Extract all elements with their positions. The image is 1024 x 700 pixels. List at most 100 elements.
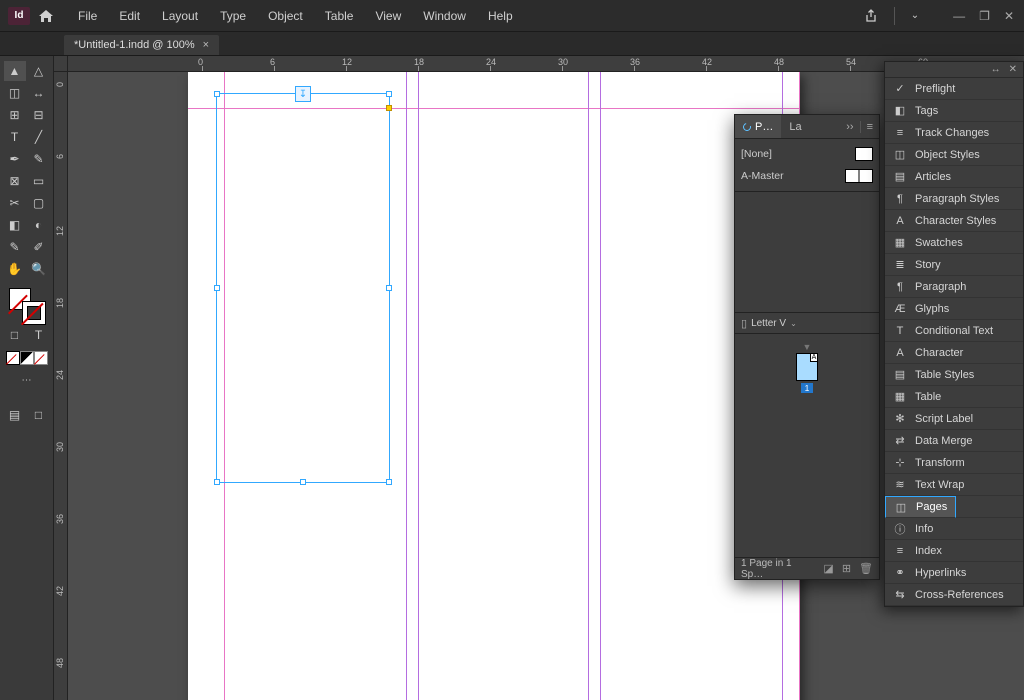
panel-transform[interactable]: ⊹Transform: [885, 452, 1023, 474]
tool-content-placer[interactable]: ⊟: [28, 105, 50, 125]
document-tab[interactable]: *Untitled-1.indd @ 100% ×: [64, 35, 219, 55]
tool-pencil[interactable]: ✎: [28, 149, 50, 169]
page-thumb-1[interactable]: A: [796, 353, 818, 381]
tool-rectangle-frame[interactable]: ⊠: [4, 171, 26, 191]
handle-bm[interactable]: [300, 479, 306, 485]
screen-mode-normal[interactable]: ▤: [4, 405, 26, 425]
tool-scissors[interactable]: ✂: [4, 193, 26, 213]
pages-panel-tab-layers[interactable]: La: [781, 115, 809, 138]
menu-layout[interactable]: Layout: [152, 5, 208, 27]
handle-tl[interactable]: [214, 91, 220, 97]
format-text[interactable]: T: [28, 325, 50, 345]
fill-stroke-swatch[interactable]: [9, 288, 45, 324]
master-none-thumb[interactable]: [855, 147, 873, 161]
handle-bl[interactable]: [214, 479, 220, 485]
document-tab-close[interactable]: ×: [203, 39, 209, 51]
tool-type[interactable]: T: [4, 127, 26, 147]
handle-tr[interactable]: [386, 91, 392, 97]
tool-hand[interactable]: ✋: [4, 259, 26, 279]
panel-paragraph[interactable]: ¶Paragraph: [885, 276, 1023, 298]
menu-object[interactable]: Object: [258, 5, 313, 27]
panel-preflight[interactable]: ✓Preflight: [885, 78, 1023, 100]
tool-page[interactable]: ◫: [4, 83, 26, 103]
tool-line[interactable]: ╱: [28, 127, 50, 147]
delete-page-icon[interactable]: 🗑: [859, 562, 873, 575]
handle-mr[interactable]: [386, 285, 392, 291]
dock-expand-icon[interactable]: ↔: [991, 64, 1001, 75]
tool-gradient-swatch[interactable]: ◧: [4, 215, 26, 235]
apply-color-icon[interactable]: [35, 352, 47, 364]
panel-object-styles[interactable]: ◫Object Styles: [885, 144, 1023, 166]
menu-file[interactable]: File: [68, 5, 107, 27]
panel-pages[interactable]: ◫Pages: [885, 496, 956, 518]
window-close[interactable]: ✕: [1004, 9, 1014, 23]
ruler-horizontal[interactable]: 06121824303642485460: [68, 56, 1024, 72]
ruler-origin[interactable]: [54, 56, 68, 72]
tool-rectangle[interactable]: ▭: [28, 171, 50, 191]
panel-tags[interactable]: ◧Tags: [885, 100, 1023, 122]
panel-conditional-text[interactable]: TConditional Text: [885, 320, 1023, 342]
panel-paragraph-styles[interactable]: ¶Paragraph Styles: [885, 188, 1023, 210]
pages-panel-tab-pages[interactable]: P…: [735, 115, 781, 138]
window-maximize[interactable]: ❐: [979, 9, 990, 23]
tool-selection[interactable]: ▲: [4, 61, 26, 81]
tool-note[interactable]: ✎: [4, 237, 26, 257]
panel-script-label[interactable]: ✻Script Label: [885, 408, 1023, 430]
panel-character[interactable]: ACharacter: [885, 342, 1023, 364]
apply-gradient-icon[interactable]: [21, 352, 33, 364]
panel-glyphs[interactable]: ÆGlyphs: [885, 298, 1023, 320]
menu-table[interactable]: Table: [315, 5, 364, 27]
stroke-swatch[interactable]: [23, 302, 45, 324]
panel-table[interactable]: ▦Table: [885, 386, 1023, 408]
format-container[interactable]: □: [4, 325, 26, 345]
panel-menu-icon[interactable]: ≡: [867, 121, 873, 133]
window-minimize[interactable]: ―: [953, 9, 965, 23]
handle-br[interactable]: [386, 479, 392, 485]
master-none-row[interactable]: [None]: [735, 143, 879, 165]
tool-direct-select[interactable]: △: [28, 61, 50, 81]
tool-free-transform[interactable]: ▢: [28, 193, 50, 213]
page-list[interactable]: ▼ A 1: [735, 334, 879, 407]
content-grabber-icon[interactable]: ↧: [295, 86, 311, 102]
panel-cross-references[interactable]: ⇆Cross-References: [885, 584, 1023, 606]
toolbox-more[interactable]: ⋯: [17, 370, 37, 390]
pages-panel[interactable]: P… La ›› ≡ [None] A-Master ▯ Letter V ⌄ …: [734, 114, 880, 580]
panel-info[interactable]: ⓘInfo: [885, 518, 1023, 540]
workspace-switcher[interactable]: ⌄: [911, 10, 919, 21]
handle-ml[interactable]: [214, 285, 220, 291]
panel-character-styles[interactable]: ACharacter Styles: [885, 210, 1023, 232]
menu-type[interactable]: Type: [210, 5, 256, 27]
dock-close-icon[interactable]: ✕: [1009, 64, 1017, 75]
new-page-icon[interactable]: ⊞: [842, 562, 851, 575]
panel-story[interactable]: ≣Story: [885, 254, 1023, 276]
panel-articles[interactable]: ▤Articles: [885, 166, 1023, 188]
apply-none-icon[interactable]: [7, 352, 19, 364]
screen-mode-preview[interactable]: □: [28, 405, 50, 425]
panel-hyperlinks[interactable]: ⚭Hyperlinks: [885, 562, 1023, 584]
menu-edit[interactable]: Edit: [109, 5, 150, 27]
menu-help[interactable]: Help: [478, 5, 523, 27]
menu-view[interactable]: View: [365, 5, 411, 27]
edit-page-size-icon[interactable]: ◪: [823, 562, 833, 575]
share-icon[interactable]: [864, 9, 878, 23]
panel-table-styles[interactable]: ▤Table Styles: [885, 364, 1023, 386]
live-corner-handle[interactable]: [386, 105, 392, 111]
tool-content-collector[interactable]: ⊞: [4, 105, 26, 125]
menu-window[interactable]: Window: [413, 5, 476, 27]
panel-data-merge[interactable]: ⇄Data Merge: [885, 430, 1023, 452]
master-a-row[interactable]: A-Master: [735, 165, 879, 187]
panel-track-changes[interactable]: ≡Track Changes: [885, 122, 1023, 144]
panel-index[interactable]: ≡Index: [885, 540, 1023, 562]
tool-pen[interactable]: ✒: [4, 149, 26, 169]
tool-gradient-feather[interactable]: ◐: [28, 215, 50, 235]
panel-swatches[interactable]: ▦Swatches: [885, 232, 1023, 254]
tool-eyedropper[interactable]: ✐: [28, 237, 50, 257]
home-icon[interactable]: [38, 9, 60, 23]
tool-zoom[interactable]: 🔍: [28, 259, 50, 279]
selection-frame[interactable]: ↧: [216, 93, 390, 483]
panel-collapse-icon[interactable]: ››: [846, 121, 853, 133]
master-a-thumb[interactable]: [845, 169, 873, 183]
tool-gap[interactable]: ↔: [28, 83, 50, 103]
panel-text-wrap[interactable]: ≋Text Wrap: [885, 474, 1023, 496]
page-size-dropdown[interactable]: ⌄: [790, 319, 797, 328]
